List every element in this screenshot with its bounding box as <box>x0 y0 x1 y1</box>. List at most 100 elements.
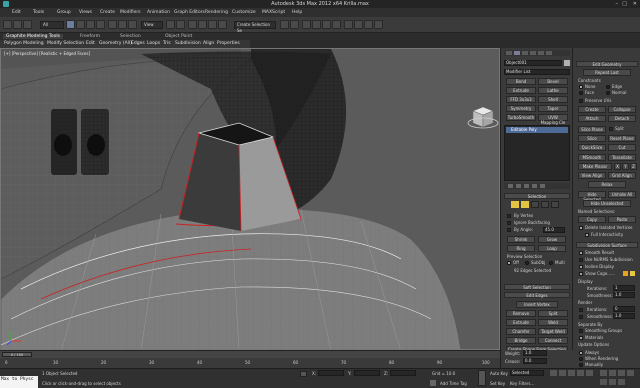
ring-button[interactable]: Ring <box>507 245 535 252</box>
add-time-tag-button[interactable]: Add Time Tag <box>440 381 467 386</box>
render-smoothness-checkbox[interactable] <box>579 315 583 319</box>
selection-rollout-header[interactable]: Selection <box>504 193 570 199</box>
curve-editor-icon[interactable] <box>322 20 331 29</box>
display-iterations-field[interactable]: 1 <box>613 285 635 291</box>
previous-frame-icon[interactable] <box>559 370 566 376</box>
undo-icon[interactable] <box>3 20 12 29</box>
rotate-icon[interactable] <box>118 20 127 29</box>
menu-group[interactable]: Group <box>57 10 71 15</box>
preview-multi-radio[interactable] <box>549 261 553 265</box>
auto-key-button[interactable]: Auto Key <box>490 371 508 376</box>
render-iterations-field[interactable]: 0 <box>613 306 635 312</box>
maximize-viewport-icon[interactable] <box>618 379 625 385</box>
align-icon[interactable] <box>290 20 299 29</box>
orbit-icon[interactable] <box>609 379 616 385</box>
menu-views[interactable]: Views <box>79 10 92 15</box>
use-nurms-checkbox[interactable] <box>579 258 583 262</box>
render-iterations-checkbox[interactable] <box>579 308 583 312</box>
modify-tab-icon[interactable] <box>514 51 520 55</box>
time-slider[interactable]: 0 / 100 <box>0 350 500 358</box>
menu-customize[interactable]: Customize <box>232 10 256 15</box>
materials-checkbox[interactable] <box>579 336 583 340</box>
ribbon-align[interactable]: Align <box>203 41 214 46</box>
insert-vertex-button[interactable]: Insert Vertex <box>516 301 558 308</box>
subdivision-surface-rollout-header[interactable]: Subdivision Surface <box>576 242 638 248</box>
extrude-modifier-button[interactable]: Extrude <box>506 87 536 94</box>
pin-stack-icon[interactable] <box>508 184 513 188</box>
quickslice-button[interactable]: QuickSlice <box>578 144 606 151</box>
render-teapot-icon[interactable] <box>374 20 383 29</box>
object-color-swatch[interactable] <box>564 60 570 66</box>
y-coord-field[interactable] <box>354 370 380 376</box>
z-coord-field[interactable] <box>390 370 416 376</box>
bend-button[interactable]: Bend <box>506 78 536 85</box>
selected-set-dropdown[interactable]: Selected <box>510 370 544 376</box>
bridge-button[interactable]: Bridge <box>506 337 536 344</box>
manipulate-icon[interactable] <box>176 20 185 29</box>
ribbon-properties[interactable]: Properties <box>217 41 240 46</box>
extrude-button[interactable]: Extrude <box>506 319 536 326</box>
display-tab-icon[interactable] <box>538 51 544 55</box>
polygon-level-icon[interactable] <box>541 201 549 208</box>
maximize-icon[interactable]: □ <box>622 1 627 7</box>
layer-manager-icon[interactable] <box>302 20 311 29</box>
full-interactivity-checkbox[interactable] <box>585 233 589 237</box>
named-selection-sets-dropdown[interactable]: Create Selection Se <box>234 21 276 33</box>
taper-button[interactable]: Taper <box>538 105 568 112</box>
by-vertex-checkbox[interactable] <box>507 214 511 218</box>
ribbon-loops[interactable]: Loops <box>147 41 160 46</box>
percent-snap-icon[interactable] <box>208 20 217 29</box>
x-coord-field[interactable] <box>318 370 344 376</box>
select-by-name-icon[interactable] <box>76 20 85 29</box>
tab-graphite-modeling-tools[interactable]: Graphite Modeling Tools <box>3 34 64 39</box>
loop-button[interactable]: Loop <box>538 245 566 252</box>
preview-subobj-radio[interactable] <box>525 261 529 265</box>
menu-graph-editors[interactable]: Graph Editors <box>174 10 205 15</box>
configure-modifier-sets-icon[interactable] <box>540 184 545 188</box>
tab-freeform[interactable]: Freeform <box>80 34 100 39</box>
next-frame-icon[interactable] <box>577 370 584 376</box>
copy-button[interactable]: Copy <box>578 216 606 223</box>
field-of-view-icon[interactable] <box>627 370 634 376</box>
object-name-field[interactable]: Object001 <box>504 60 562 66</box>
border-level-icon[interactable] <box>531 201 539 208</box>
tessellate-button[interactable]: Tessellate <box>608 154 636 161</box>
split-edge-button[interactable]: Split <box>538 310 568 317</box>
detach-button[interactable]: Detach <box>608 115 636 122</box>
maxscript-listener-mini[interactable]: Max to Physc <box>0 376 38 388</box>
edit-edges-rollout-header[interactable]: Edit Edges <box>504 292 570 298</box>
planar-y-button[interactable]: Y <box>622 163 629 170</box>
update-when-rendering-radio[interactable] <box>579 357 583 361</box>
hierarchy-tab-icon[interactable] <box>522 51 528 55</box>
preserve-uvs-checkbox[interactable] <box>579 99 583 103</box>
ribbon-subdivision[interactable]: Subdivision <box>175 41 201 46</box>
set-key-icon[interactable] <box>478 370 486 386</box>
show-cage-checkbox[interactable] <box>579 272 583 276</box>
constraint-none-radio[interactable] <box>579 85 583 89</box>
edge-level-icon[interactable] <box>521 201 529 208</box>
render-smoothness-field[interactable]: 1.0 <box>613 313 635 319</box>
remove-modifier-icon[interactable] <box>532 184 537 188</box>
remove-button[interactable]: Remove <box>506 310 536 317</box>
element-level-icon[interactable] <box>551 201 559 208</box>
snap-toggle-icon[interactable] <box>188 20 197 29</box>
menu-modifiers[interactable]: Modifiers <box>120 10 141 15</box>
make-planar-button[interactable]: Make Planar <box>578 163 612 170</box>
rect-selection-icon[interactable] <box>86 20 95 29</box>
time-tag-icon[interactable] <box>430 380 436 386</box>
split-checkbox[interactable] <box>609 127 613 131</box>
zoom-icon[interactable] <box>600 370 607 376</box>
chamfer-button[interactable]: Chamfer <box>506 328 536 335</box>
perspective-viewport[interactable]: [+] [Perspective] [Realistic + Edged Fac… <box>0 48 500 350</box>
modifier-stack[interactable]: Editable Poly <box>504 125 570 181</box>
grow-button[interactable]: Grow <box>538 236 566 243</box>
viewport-label[interactable]: [+] [Perspective] [Realistic + Edged Fac… <box>4 51 90 56</box>
paste-button[interactable]: Paste <box>608 216 636 223</box>
close-icon[interactable]: ✕ <box>633 1 637 7</box>
window-crossing-icon[interactable] <box>96 20 105 29</box>
angle-snap-icon[interactable] <box>198 20 207 29</box>
preview-off-radio[interactable] <box>507 261 511 265</box>
menu-tools[interactable]: Tools <box>33 10 44 15</box>
create-tab-icon[interactable] <box>506 51 512 55</box>
tab-object-paint[interactable]: Object Paint <box>165 34 192 39</box>
